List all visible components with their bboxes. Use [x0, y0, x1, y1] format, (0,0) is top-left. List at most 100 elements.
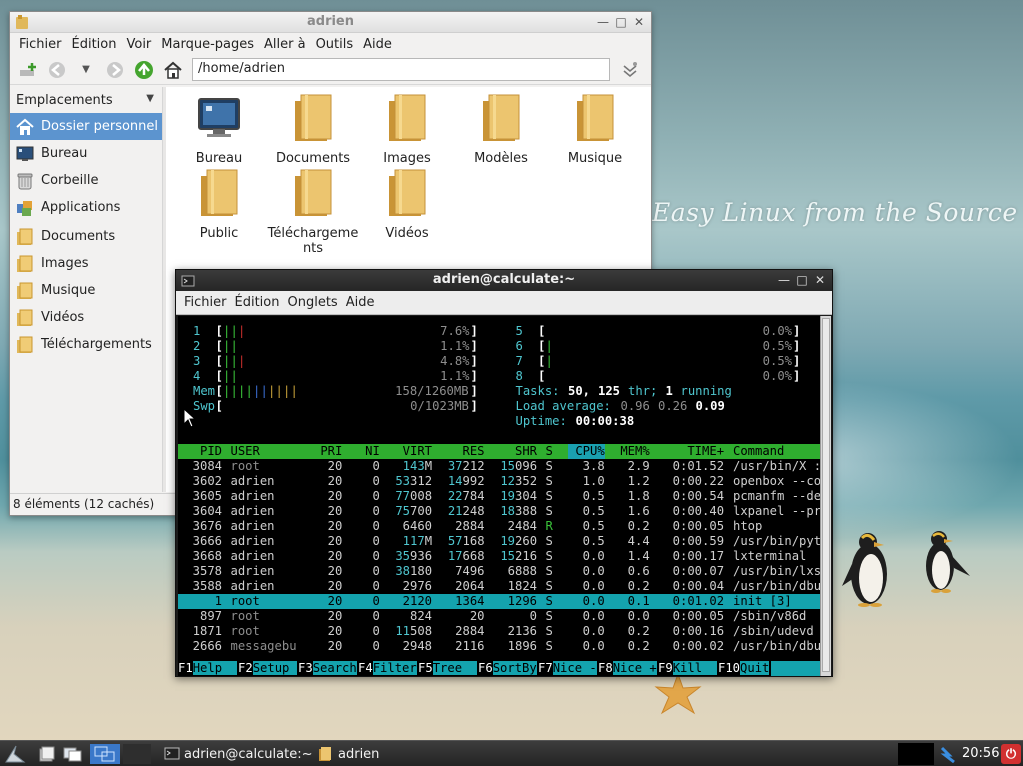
- cell-res: 2884: [440, 624, 485, 638]
- power-button[interactable]: ⏻: [1001, 744, 1021, 764]
- cell-part: 77: [388, 489, 411, 503]
- close-button[interactable]: ✕: [631, 14, 647, 30]
- maximize-button[interactable]: □: [613, 14, 629, 30]
- go-button[interactable]: [618, 58, 642, 82]
- taskbar-task-file-manager[interactable]: adrien: [312, 743, 432, 765]
- mem-bracket: ]: [470, 384, 478, 398]
- sidebar-header[interactable]: Emplacements ▼: [10, 87, 162, 113]
- fkey-f7[interactable]: F7Nice -: [538, 661, 597, 676]
- menu-aide[interactable]: Aide: [342, 295, 379, 310]
- minimize-button[interactable]: —: [595, 14, 611, 30]
- chevron-down-icon[interactable]: ▼: [146, 93, 154, 104]
- cell-shr: 15096: [493, 459, 537, 474]
- sidebar-item-musique[interactable]: Musique: [10, 277, 162, 304]
- fkey-f2[interactable]: F2Setup: [238, 661, 297, 676]
- file-item-telechargements[interactable]: Téléchargeme nts: [266, 168, 360, 256]
- cpu-meter-row: 3[| | | 4.8%] 7[| 0.5%]: [178, 354, 820, 369]
- fkey-f6[interactable]: F6SortBy: [478, 661, 537, 676]
- home-button[interactable]: [161, 58, 185, 82]
- file-item-bureau[interactable]: Bureau: [172, 93, 266, 166]
- cell-cmd: openbox --config-: [733, 474, 820, 488]
- cell-pid: 3578: [178, 564, 223, 578]
- sidebar-item-images[interactable]: Images: [10, 250, 162, 277]
- cell-shr: 0: [493, 609, 538, 623]
- windows-icon: [63, 747, 82, 762]
- back-button[interactable]: [45, 58, 69, 82]
- file-item-images[interactable]: Images: [360, 93, 454, 166]
- menu-aide[interactable]: Aide: [358, 37, 397, 52]
- cell-cpu: 0.0: [568, 639, 605, 653]
- cell-ni: 0: [350, 624, 380, 638]
- new-tab-button[interactable]: [16, 58, 40, 82]
- sidebar-item-bureau[interactable]: Bureau: [10, 140, 162, 167]
- cell-cpu: 0.0: [568, 624, 605, 638]
- history-dropdown[interactable]: ▼: [74, 58, 98, 82]
- fkey-f4[interactable]: F4Filter: [358, 661, 417, 676]
- fkey-f1[interactable]: F1Help: [178, 661, 237, 676]
- terminal-titlebar[interactable]: adrien@calculate:~ — □ ✕: [176, 270, 832, 291]
- fkey-f9[interactable]: F9Kill: [658, 661, 717, 676]
- file-manager-titlebar[interactable]: adrien — □ ✕: [10, 12, 651, 33]
- file-item-documents[interactable]: Documents: [266, 93, 360, 166]
- menu-edition[interactable]: Édition: [67, 37, 122, 52]
- fkey-number: F6: [478, 661, 493, 675]
- cell-cpu: 0.5: [568, 534, 605, 548]
- cell-cpu: 0.5: [568, 519, 605, 533]
- desktop-pager-2[interactable]: [123, 744, 151, 764]
- sidebar-item-applications[interactable]: Applications: [10, 194, 162, 221]
- cell-cmd: /usr/bin/X :0 -se: [733, 459, 820, 473]
- launcher-file-manager[interactable]: [36, 744, 58, 764]
- launcher-show-desktop[interactable]: [62, 744, 84, 764]
- cell-part: 216: [515, 549, 538, 563]
- fkey-f10[interactable]: F10Quit: [718, 661, 770, 676]
- cell-cmd: pcmanfm --desktop: [733, 489, 820, 503]
- network-tray-button[interactable]: [938, 744, 960, 764]
- sidebar-item-videos[interactable]: Vidéos: [10, 304, 162, 331]
- menu-marque-pages[interactable]: Marque-pages: [156, 37, 259, 52]
- fkey-f8[interactable]: F8Nice +: [598, 661, 657, 676]
- menu-fichier[interactable]: Fichier: [14, 37, 67, 52]
- sidebar-item-corbeille[interactable]: Corbeille: [10, 167, 162, 194]
- close-button[interactable]: ✕: [812, 272, 828, 288]
- cell-res: 21248: [441, 504, 485, 519]
- menu-voir[interactable]: Voir: [121, 37, 156, 52]
- maximize-button[interactable]: □: [794, 272, 810, 288]
- menu-fichier[interactable]: Fichier: [180, 295, 231, 310]
- sidebar-item-dossier-personnel[interactable]: Dossier personnel: [10, 113, 162, 140]
- cell-time: 0:00.22: [658, 474, 725, 488]
- cell-part: 168: [462, 534, 485, 548]
- menu-onglets[interactable]: Onglets: [283, 295, 341, 310]
- forward-button[interactable]: [103, 58, 127, 82]
- taskbar-task-terminal[interactable]: adrien@calculate:~: [160, 743, 312, 765]
- table-row: 3588 adrien 20 0 2976 2064 1824 S 0.0 0.2 …: [178, 579, 820, 594]
- file-item-videos[interactable]: Vidéos: [360, 168, 454, 241]
- fkey-f5[interactable]: F5Tree: [418, 661, 477, 676]
- sidebar-item-documents[interactable]: Documents: [10, 223, 162, 250]
- cell-pid: 3084: [178, 459, 223, 473]
- location-path-input[interactable]: /home/adrien: [192, 58, 610, 81]
- cpu-bar: |: [230, 339, 238, 353]
- new-tab-icon: [20, 62, 36, 76]
- desktop-pager-1[interactable]: [90, 744, 120, 764]
- menu-outils[interactable]: Outils: [311, 37, 359, 52]
- scrollbar-thumb[interactable]: [822, 318, 830, 672]
- file-item-public[interactable]: Public: [172, 168, 266, 241]
- menu-aller-a[interactable]: Aller à: [259, 37, 311, 52]
- taskbar: adrien@calculate:~ adrien 20:56 ⏻: [0, 740, 1023, 766]
- file-item-musique[interactable]: Musique: [548, 93, 642, 166]
- folder-icon: [389, 94, 426, 141]
- file-item-modeles[interactable]: Modèles: [454, 93, 548, 166]
- clock[interactable]: 20:56: [962, 746, 999, 761]
- menu-edition[interactable]: Édition: [231, 295, 284, 310]
- sidebar-item-telechargements[interactable]: Téléchargements: [10, 331, 162, 358]
- cpu-label: 3: [193, 354, 201, 368]
- htop-screen[interactable]: 1[| | | 7.6%] 5[ 0.0%] 2[| | 1.1%] 6[| 0.5%] 3[…: [178, 316, 820, 676]
- up-button[interactable]: [132, 58, 156, 82]
- minimize-button[interactable]: —: [776, 272, 792, 288]
- terminal-scrollbar[interactable]: [820, 316, 831, 676]
- mem-label: Mem: [193, 384, 216, 398]
- fkey-f3[interactable]: F3Search: [298, 661, 357, 676]
- file-item-label: Modèles: [474, 151, 528, 166]
- cell-time: 0:00.02: [658, 639, 725, 653]
- start-menu-button[interactable]: [4, 744, 26, 764]
